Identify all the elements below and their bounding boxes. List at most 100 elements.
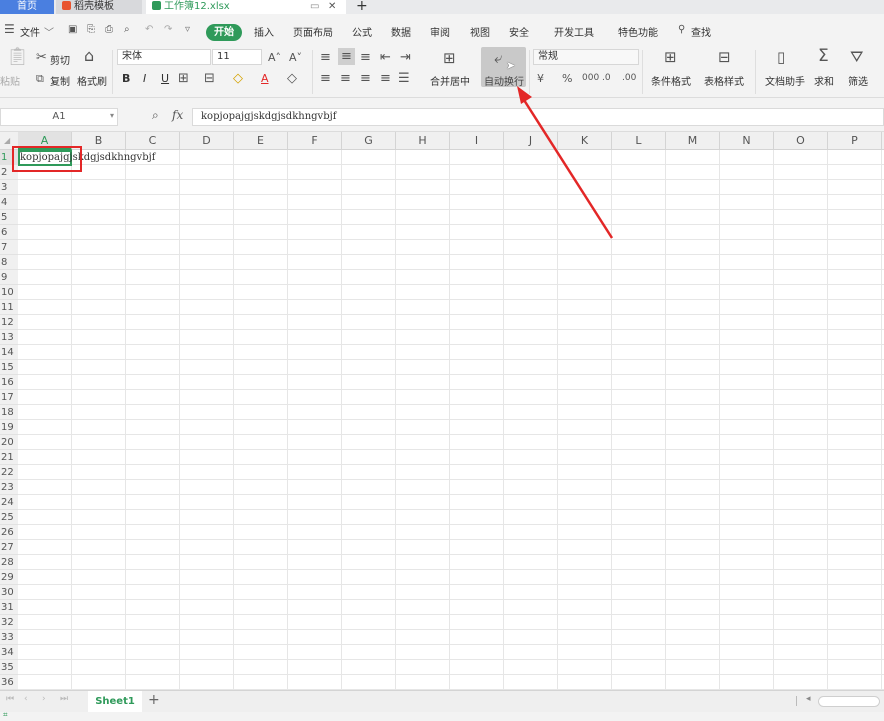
row-header[interactable]: 32 bbox=[0, 615, 18, 630]
bold-button[interactable]: B bbox=[122, 72, 130, 85]
align-top-icon[interactable]: ≡ bbox=[320, 51, 331, 64]
tab-templates[interactable]: 稻壳模板 bbox=[56, 0, 142, 14]
row-header[interactable]: 15 bbox=[0, 360, 18, 375]
paste-icon[interactable]: 📋︎ bbox=[6, 48, 29, 66]
export-pdf-icon[interactable]: ⎘ bbox=[87, 24, 95, 35]
next-sheet-icon[interactable]: › bbox=[42, 694, 46, 704]
italic-button[interactable]: I bbox=[143, 72, 146, 85]
row-header[interactable]: 4 bbox=[0, 195, 18, 210]
row-header[interactable]: 29 bbox=[0, 570, 18, 585]
row-header[interactable]: 13 bbox=[0, 330, 18, 345]
row-header[interactable]: 7 bbox=[0, 240, 18, 255]
row-header[interactable]: 28 bbox=[0, 555, 18, 570]
indent-increase-icon[interactable]: ⇥ bbox=[400, 51, 411, 64]
align-right-icon[interactable]: ≡ bbox=[360, 72, 371, 85]
tab-workbook[interactable]: 工作簿12.xlsx ▭ ✕ bbox=[146, 0, 346, 14]
search-icon[interactable]: ⚲ bbox=[678, 24, 685, 35]
row-header[interactable]: 27 bbox=[0, 540, 18, 555]
format-painter-button[interactable]: 格式刷 bbox=[77, 73, 107, 88]
formula-input[interactable]: kopjopajgjskdgjsdkhngvbjf bbox=[192, 108, 884, 126]
name-box[interactable]: A1 bbox=[0, 108, 118, 126]
column-header[interactable]: J bbox=[504, 132, 558, 150]
column-header[interactable]: C bbox=[126, 132, 180, 150]
font-name-select[interactable]: 宋体 bbox=[117, 49, 211, 65]
eraser-icon[interactable]: ◇ bbox=[287, 72, 297, 85]
align-left-icon[interactable]: ≡ bbox=[320, 72, 331, 85]
column-header[interactable]: O bbox=[774, 132, 828, 150]
column-header[interactable]: D bbox=[180, 132, 234, 150]
tab-security[interactable]: 安全 bbox=[509, 24, 529, 39]
row-header[interactable]: 25 bbox=[0, 510, 18, 525]
row-header[interactable]: 12 bbox=[0, 315, 18, 330]
number-format-select[interactable]: 常规 bbox=[533, 49, 639, 65]
conditional-format-button[interactable]: 条件格式 bbox=[651, 73, 691, 88]
name-box-dropdown-icon[interactable]: ▾ bbox=[110, 111, 114, 120]
borders-icon[interactable]: ⊞ bbox=[178, 72, 189, 85]
tab-start[interactable]: 开始 bbox=[206, 24, 242, 41]
sum-button[interactable]: 求和 bbox=[814, 73, 834, 88]
row-header[interactable]: 11 bbox=[0, 300, 18, 315]
row-header[interactable]: 33 bbox=[0, 630, 18, 645]
increase-font-icon[interactable]: A˄ bbox=[268, 51, 281, 64]
column-header[interactable]: I bbox=[450, 132, 504, 150]
row-header[interactable]: 35 bbox=[0, 660, 18, 675]
customize-toolbar-icon[interactable]: ▿ bbox=[185, 24, 190, 35]
doc-assistant-button[interactable]: 文档助手 bbox=[765, 73, 805, 88]
decrease-font-icon[interactable]: A˅ bbox=[289, 51, 302, 64]
new-tab-button[interactable]: + bbox=[356, 0, 368, 14]
sheet-tab-sheet1[interactable]: Sheet1 bbox=[88, 691, 142, 712]
spreadsheet-grid[interactable]: ◢ ABCDEFGHIJKLMNOP kopjopajgjskdgjsdkhng… bbox=[0, 132, 884, 690]
font-color-button[interactable]: A bbox=[261, 72, 269, 85]
column-header[interactable]: L bbox=[612, 132, 666, 150]
align-middle-icon[interactable]: ≡ bbox=[338, 48, 355, 65]
column-header[interactable]: M bbox=[666, 132, 720, 150]
row-header[interactable]: 22 bbox=[0, 465, 18, 480]
row-header[interactable]: 3 bbox=[0, 180, 18, 195]
percent-icon[interactable]: % bbox=[562, 72, 572, 85]
justify-icon[interactable]: ≡ bbox=[380, 72, 391, 85]
row-header[interactable]: 20 bbox=[0, 435, 18, 450]
tab-insert[interactable]: 插入 bbox=[254, 24, 274, 39]
filter-button[interactable]: 筛选 bbox=[848, 73, 868, 88]
row-header[interactable]: 5 bbox=[0, 210, 18, 225]
print-icon[interactable]: ⎙ bbox=[105, 24, 113, 35]
row-header[interactable]: 23 bbox=[0, 480, 18, 495]
select-all-icon[interactable]: ◢ bbox=[4, 136, 10, 145]
row-header[interactable]: 21 bbox=[0, 450, 18, 465]
tab-data[interactable]: 数据 bbox=[391, 24, 411, 39]
zoom-search-icon[interactable]: ⌕ bbox=[152, 108, 159, 123]
first-sheet-icon[interactable]: ⏮ bbox=[6, 694, 14, 704]
row-header[interactable]: 18 bbox=[0, 405, 18, 420]
print-preview-icon[interactable]: ⌕ bbox=[124, 24, 130, 35]
tab-developer[interactable]: 开发工具 bbox=[554, 24, 594, 39]
align-center-icon[interactable]: ≡ bbox=[340, 72, 351, 85]
thousands-icon[interactable]: 000 bbox=[582, 72, 599, 85]
cell-style-icon[interactable]: ⊟ bbox=[204, 72, 215, 85]
fx-button[interactable]: fx bbox=[172, 108, 183, 122]
tab-page-layout[interactable]: 页面布局 bbox=[293, 24, 333, 39]
add-sheet-button[interactable]: + bbox=[148, 692, 160, 708]
column-header[interactable]: G bbox=[342, 132, 396, 150]
chevron-down-icon[interactable]: ﹀ bbox=[44, 24, 54, 39]
row-header[interactable]: 19 bbox=[0, 420, 18, 435]
currency-icon[interactable]: ¥ bbox=[537, 72, 544, 85]
merge-center-button[interactable]: 合并居中 bbox=[430, 73, 470, 88]
row-header[interactable]: 30 bbox=[0, 585, 18, 600]
underline-button[interactable]: U bbox=[161, 72, 169, 85]
horizontal-scrollbar[interactable] bbox=[818, 696, 880, 707]
column-header[interactable]: E bbox=[234, 132, 288, 150]
decrease-decimal-icon[interactable]: .00 bbox=[622, 72, 636, 85]
row-header[interactable]: 31 bbox=[0, 600, 18, 615]
row-header[interactable]: 36 bbox=[0, 675, 18, 690]
row-header[interactable]: 26 bbox=[0, 525, 18, 540]
table-style-button[interactable]: 表格样式 bbox=[704, 73, 744, 88]
pin-icon[interactable]: ▭ bbox=[310, 0, 319, 14]
scroll-splitter[interactable] bbox=[796, 696, 797, 706]
increase-decimal-icon[interactable]: .0 bbox=[602, 72, 611, 85]
column-header[interactable]: H bbox=[396, 132, 450, 150]
column-header[interactable]: F bbox=[288, 132, 342, 150]
row-header[interactable]: 34 bbox=[0, 645, 18, 660]
scroll-left-icon[interactable]: ◂ bbox=[806, 694, 811, 704]
fill-color-icon[interactable]: ◇ bbox=[233, 72, 243, 85]
hamburger-icon[interactable]: ☰ bbox=[4, 22, 15, 36]
